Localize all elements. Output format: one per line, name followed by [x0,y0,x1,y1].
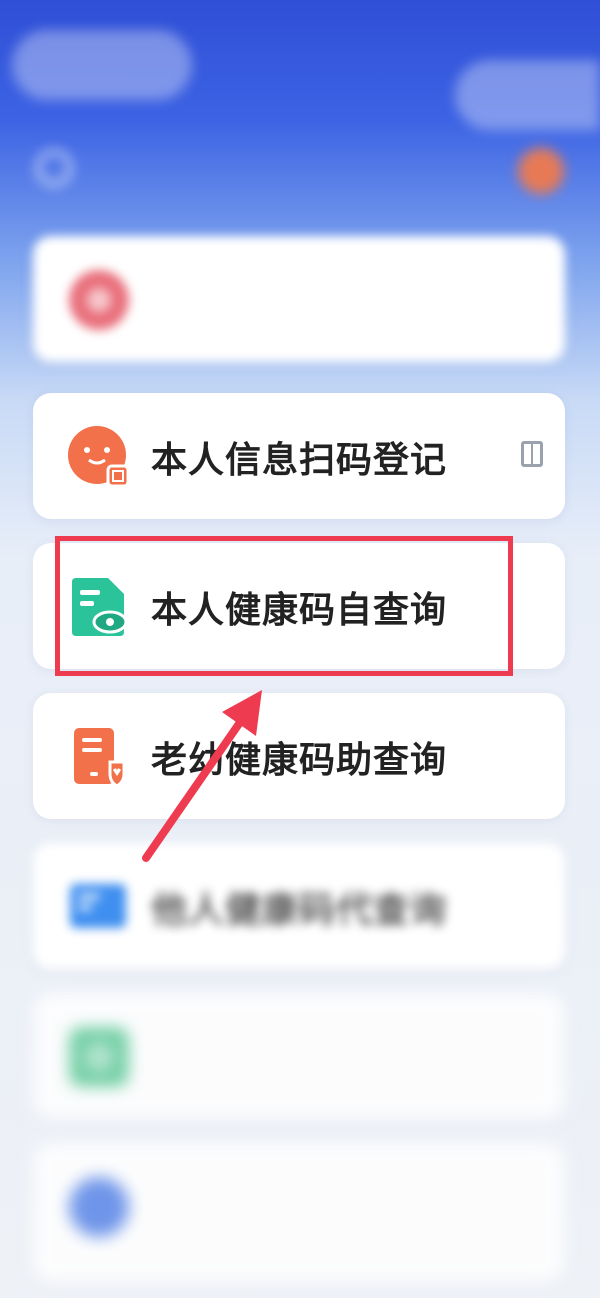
pointer-arrow-icon [142,690,262,862]
